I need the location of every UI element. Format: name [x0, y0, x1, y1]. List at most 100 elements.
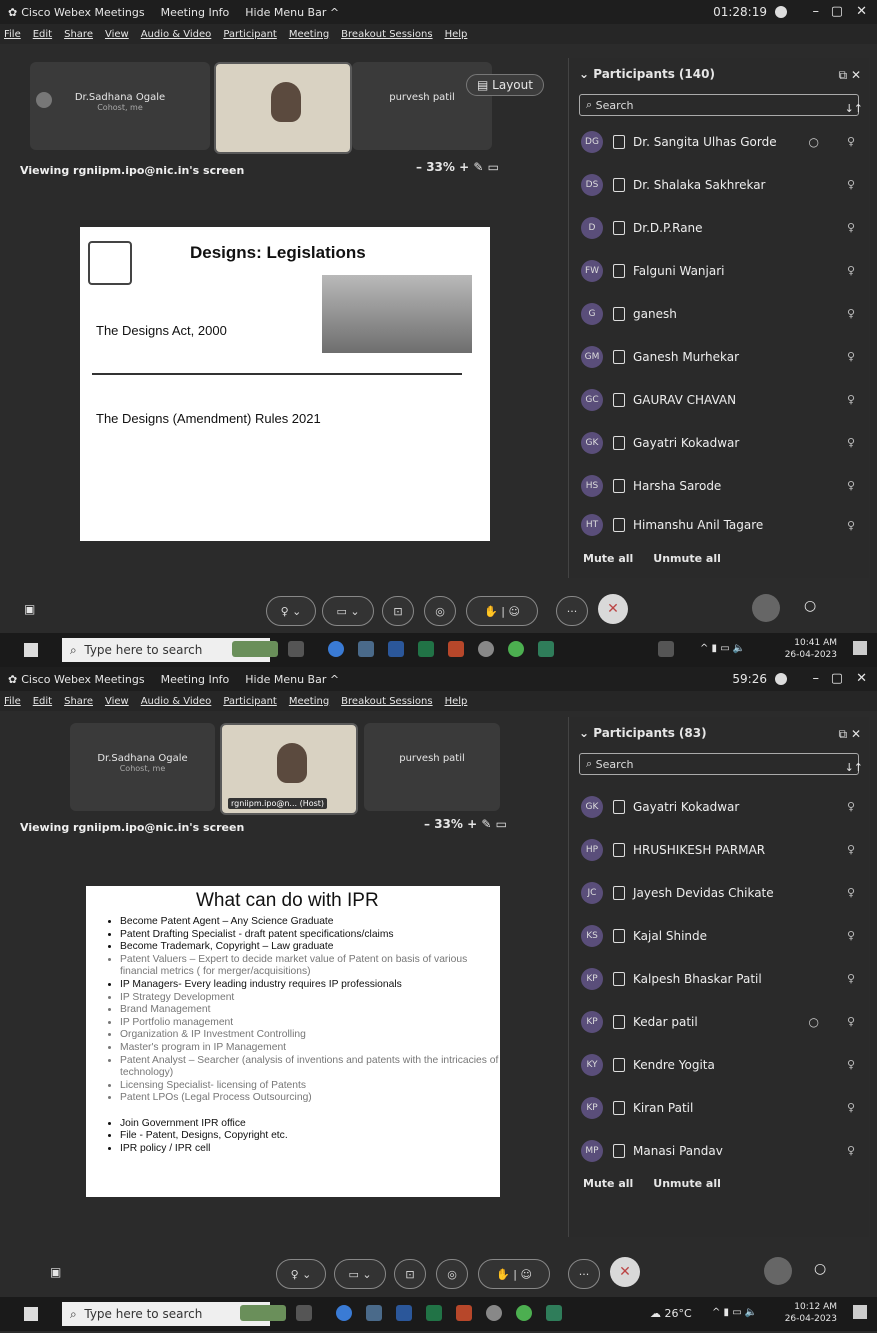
word-icon[interactable] [396, 1305, 412, 1321]
mic-icon[interactable]: ♀ [847, 135, 855, 148]
list-item[interactable]: HP HRUSHIKESH PARMAR ♀ [569, 828, 869, 871]
list-item[interactable]: KP Kedar patil ○ ♀ [569, 1000, 869, 1043]
mic-muted-icon[interactable]: ♀ [847, 264, 855, 277]
chat-icon[interactable]: ○ [814, 1261, 826, 1277]
meeting-info-button[interactable]: Meeting Info [161, 6, 230, 19]
notification-icon[interactable] [853, 641, 867, 655]
participant-thumb[interactable]: purvesh patil [364, 723, 500, 811]
list-item[interactable]: DS Dr. Shalaka Sakhrekar ♀ [569, 163, 869, 206]
mic-muted-icon[interactable]: ♀ [847, 1101, 855, 1114]
menu-help[interactable]: Help [445, 29, 468, 40]
list-item[interactable]: HS Harsha Sarode ♀ [569, 464, 869, 507]
menu-share[interactable]: Share [64, 29, 93, 40]
menu-view[interactable]: View [105, 696, 129, 707]
participant-thumb[interactable]: Dr.Sadhana Ogale Cohost, me [70, 723, 215, 811]
menu-meeting[interactable]: Meeting [289, 696, 329, 707]
menu-file[interactable]: File [4, 696, 21, 707]
leave-meeting-button[interactable]: ✕ [598, 594, 628, 624]
record-button[interactable]: ◎ [424, 596, 456, 626]
share-button[interactable]: ⊡ [382, 596, 414, 626]
mic-muted-icon[interactable]: ♀ [847, 1144, 855, 1157]
chevron-down-icon[interactable]: ⌄ [579, 67, 593, 81]
task-view-icon[interactable] [288, 641, 304, 657]
clock[interactable]: 10:12 AM 26-04-2023 [785, 1301, 837, 1325]
mic-icon[interactable]: ♀ [847, 1015, 855, 1028]
maximize-icon[interactable]: ▢ [831, 671, 843, 686]
tray-icons[interactable]: ^ ▮ ▭ 🔈 [712, 1307, 757, 1318]
layout-button[interactable]: ▤ Layout [466, 74, 544, 96]
chat-icon[interactable]: ○ [804, 598, 816, 614]
task-view-icon[interactable] [296, 1305, 312, 1321]
minimize-icon[interactable]: – [813, 671, 820, 686]
menu-participant[interactable]: Participant [223, 696, 277, 707]
file-explorer-icon[interactable] [358, 641, 374, 657]
maximize-icon[interactable]: ▢ [831, 4, 843, 19]
menu-help[interactable]: Help [445, 696, 468, 707]
close-icon[interactable]: ✕ [856, 671, 867, 686]
chat-icon[interactable]: ○ [809, 135, 819, 149]
minimize-icon[interactable]: – [813, 4, 820, 19]
zoom-in-button[interactable]: + [455, 160, 473, 174]
chrome-icon[interactable] [508, 641, 524, 657]
notification-icon[interactable] [853, 1305, 867, 1319]
mic-muted-icon[interactable]: ♀ [847, 479, 855, 492]
list-item[interactable]: D Dr.D.P.Rane ♀ [569, 206, 869, 249]
excel-icon[interactable] [418, 641, 434, 657]
video-button[interactable]: ▭ ⌄ [322, 596, 374, 626]
zoom-in-button[interactable]: + [463, 817, 481, 831]
close-icon[interactable]: ✕ [851, 68, 861, 82]
edge-icon[interactable] [336, 1305, 352, 1321]
weather-widget[interactable]: ☁ 26°C [650, 1307, 692, 1320]
mic-muted-icon[interactable]: ♀ [847, 436, 855, 449]
menu-file[interactable]: File [4, 29, 21, 40]
list-item[interactable]: JC Jayesh Devidas Chikate ♀ [569, 871, 869, 914]
captions-icon[interactable]: ▣ [50, 1265, 61, 1279]
word-icon[interactable] [388, 641, 404, 657]
mic-muted-icon[interactable]: ♀ [847, 178, 855, 191]
more-button[interactable]: ··· [556, 596, 588, 626]
participant-search-input[interactable]: ⌕ Search [579, 753, 859, 775]
participants-icon[interactable] [752, 594, 780, 622]
list-item[interactable]: FW Falguni Wanjari ♀ [569, 249, 869, 292]
meeting-info-button[interactable]: Meeting Info [161, 673, 230, 686]
video-button[interactable]: ▭ ⌄ [334, 1259, 386, 1289]
keyboard-icon[interactable] [658, 641, 674, 657]
menu-share[interactable]: Share [64, 696, 93, 707]
sort-icon[interactable]: ↓↑ [845, 761, 863, 774]
popout-icon[interactable]: ⧉ [839, 727, 851, 741]
mic-muted-icon[interactable]: ♀ [847, 519, 855, 532]
record-button[interactable]: ◎ [436, 1259, 468, 1289]
mute-button[interactable]: ♀ ⌄ [266, 596, 316, 626]
list-item[interactable]: GM Ganesh Murhekar ♀ [569, 335, 869, 378]
menu-audio-video[interactable]: Audio & Video [141, 29, 212, 40]
webex-icon[interactable] [538, 641, 554, 657]
app-icon[interactable] [486, 1305, 502, 1321]
list-item[interactable]: DG Dr. Sangita Ulhas Gorde ○ ♀ [569, 120, 869, 163]
participant-thumb[interactable]: Dr.Sadhana Ogale Cohost, me [30, 62, 210, 150]
chrome-icon[interactable] [516, 1305, 532, 1321]
participants-icon[interactable] [764, 1257, 792, 1285]
leave-meeting-button[interactable]: ✕ [610, 1257, 640, 1287]
list-item[interactable]: MP Manasi Pandav ♀ [569, 1129, 869, 1172]
host-video-thumb[interactable] [214, 62, 352, 154]
mute-all-button[interactable]: Mute all [583, 552, 633, 565]
zoom-out-button[interactable]: – [424, 817, 434, 831]
app-icon[interactable] [478, 641, 494, 657]
mic-muted-icon[interactable]: ♀ [847, 800, 855, 813]
excel-icon[interactable] [426, 1305, 442, 1321]
list-item[interactable]: GC GAURAV CHAVAN ♀ [569, 378, 869, 421]
close-icon[interactable]: ✕ [851, 727, 861, 741]
participant-search-input[interactable]: ⌕ Search [579, 94, 859, 116]
list-item[interactable]: Gganesh ♀ [569, 292, 869, 335]
share-button[interactable]: ⊡ [394, 1259, 426, 1289]
unmute-all-button[interactable]: Unmute all [653, 552, 721, 565]
menu-breakout[interactable]: Breakout Sessions [341, 29, 432, 40]
chevron-down-icon[interactable]: ⌄ [579, 726, 593, 740]
mic-muted-icon[interactable]: ♀ [847, 221, 855, 234]
annotate-icon[interactable]: ✎ ▭ [481, 817, 507, 831]
list-item[interactable]: KY Kendre Yogita ♀ [569, 1043, 869, 1086]
mic-muted-icon[interactable]: ♀ [847, 886, 855, 899]
menu-audio-video[interactable]: Audio & Video [141, 696, 212, 707]
powerpoint-icon[interactable] [448, 641, 464, 657]
clock[interactable]: 10:41 AM 26-04-2023 [785, 637, 837, 661]
